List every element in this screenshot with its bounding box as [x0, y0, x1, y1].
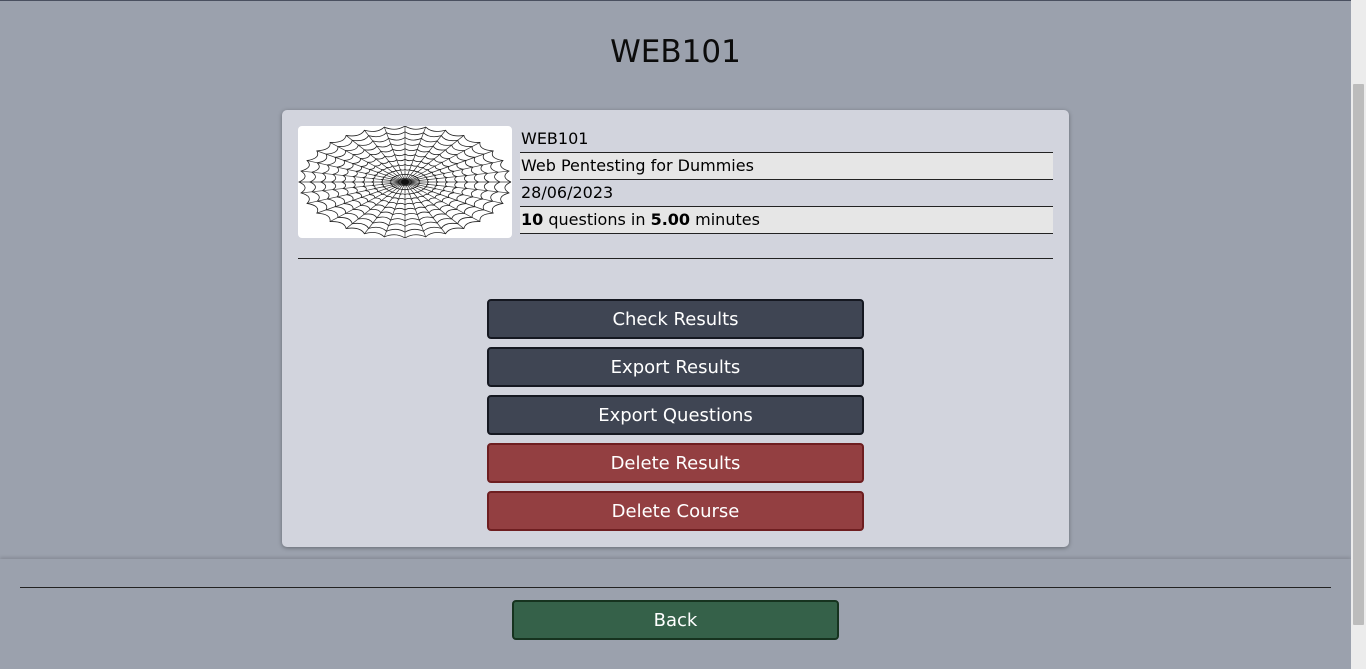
card-divider	[298, 258, 1053, 259]
course-code: WEB101	[520, 126, 1053, 153]
spider-web-icon	[298, 126, 512, 238]
course-card: WEB101 Web Pentesting for Dummies 28/06/…	[282, 110, 1069, 547]
course-name: Web Pentesting for Dummies	[520, 153, 1053, 180]
delete-course-button[interactable]: Delete Course	[487, 491, 864, 531]
questions-in-text: questions in	[543, 210, 651, 229]
course-date: 28/06/2023	[520, 180, 1053, 207]
check-results-button[interactable]: Check Results	[487, 299, 864, 339]
question-count: 10	[521, 210, 544, 229]
footer-divider	[20, 587, 1331, 588]
delete-results-button[interactable]: Delete Results	[487, 443, 864, 483]
minutes-text: minutes	[690, 210, 760, 229]
export-questions-button[interactable]: Export Questions	[487, 395, 864, 435]
back-button[interactable]: Back	[512, 600, 839, 640]
scrollbar[interactable]	[1351, 0, 1366, 669]
scrollbar-thumb[interactable]	[1353, 84, 1364, 625]
top-border	[0, 0, 1366, 1]
course-image	[298, 126, 512, 238]
duration-value: 5.00	[650, 210, 691, 229]
course-summary: 10 questions in 5.00 minutes	[520, 207, 1053, 234]
page-title: WEB101	[610, 34, 741, 70]
export-results-button[interactable]: Export Results	[487, 347, 864, 387]
course-info: WEB101 Web Pentesting for Dummies 28/06/…	[520, 126, 1053, 234]
